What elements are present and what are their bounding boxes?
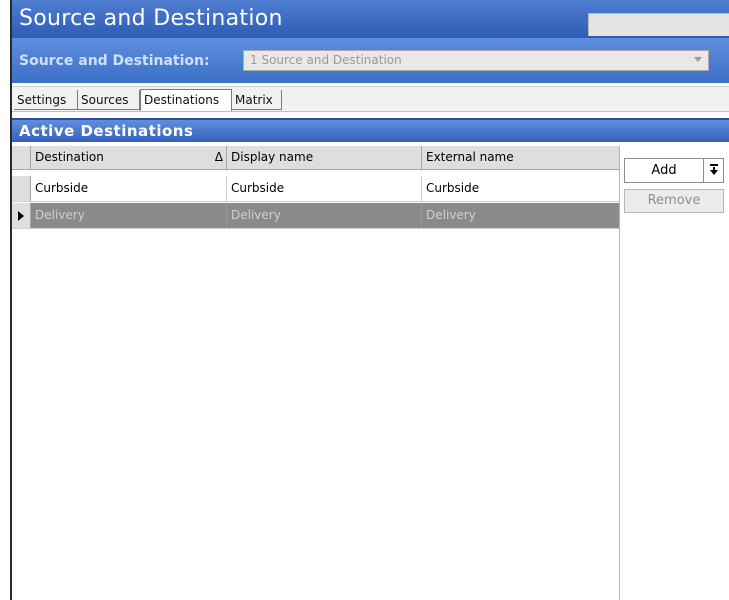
cell-external-name: Delivery [426, 208, 476, 222]
split-divider [703, 159, 704, 182]
tab-strip: Settings Sources Destinations Matrix [12, 86, 729, 112]
tab-destinations[interactable]: Destinations [140, 89, 232, 111]
destinations-grid[interactable]: Destination Δ Display name External name… [12, 146, 620, 600]
row-selector[interactable] [12, 176, 31, 201]
tab-matrix[interactable]: Matrix [232, 90, 282, 110]
dropdown-arrow-icon[interactable] [705, 159, 723, 182]
table-row[interactable]: Delivery Delivery Delivery [12, 203, 619, 229]
row-selector[interactable] [12, 203, 31, 228]
cell-destination: Delivery [31, 203, 227, 228]
tab-settings[interactable]: Settings [14, 90, 78, 110]
app-window: Source and Destination Source and Destin… [12, 0, 729, 600]
column-header-destination[interactable]: Destination Δ [31, 146, 227, 169]
window-title: Source and Destination [19, 6, 283, 31]
row-selector-header [12, 146, 31, 169]
title-bar: Source and Destination [12, 0, 729, 38]
selector-label: Source and Destination: [19, 53, 210, 69]
column-header-external-name[interactable]: External name [422, 146, 619, 169]
grid-header: Destination Δ Display name External name [12, 146, 619, 170]
title-bar-field [588, 13, 729, 36]
add-button-label: Add [651, 163, 677, 178]
cell-external-name: Curbside [426, 181, 480, 195]
section-header: Active Destinations [12, 118, 729, 142]
cell-display-name: Delivery [227, 203, 422, 228]
add-button[interactable]: Add [624, 158, 724, 183]
side-panel: Add Remove [620, 146, 729, 600]
source-destination-dropdown[interactable]: 1 Source and Destination [243, 50, 709, 71]
section-title: Active Destinations [19, 122, 194, 140]
cell-destination: Curbside [31, 176, 227, 201]
chevron-down-icon[interactable] [694, 57, 702, 62]
selector-bar: Source and Destination: 1 Source and Des… [12, 38, 729, 83]
column-header-display-name[interactable]: Display name [227, 146, 422, 169]
column-label: Destination [35, 150, 104, 164]
left-margin [0, 0, 10, 600]
remove-button[interactable]: Remove [624, 189, 724, 213]
sort-ascending-icon: Δ [214, 150, 223, 164]
current-row-icon [18, 211, 24, 221]
selector-value: 1 Source and Destination [250, 53, 402, 67]
cell-display-name: Curbside [227, 176, 422, 201]
tab-sources[interactable]: Sources [78, 90, 140, 110]
table-row[interactable]: Curbside Curbside Curbside [12, 176, 619, 202]
